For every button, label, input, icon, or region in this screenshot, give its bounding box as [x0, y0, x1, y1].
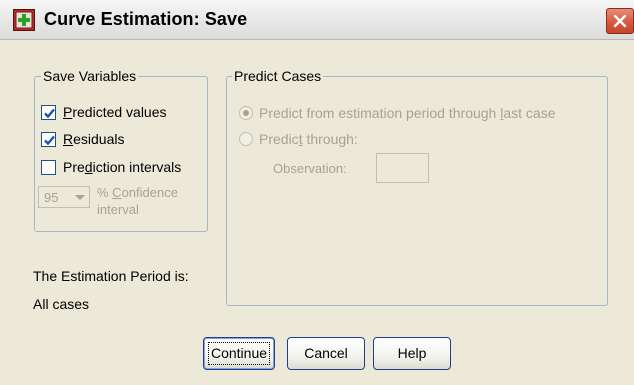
- continue-button[interactable]: Continue: [203, 337, 275, 370]
- confidence-interval-label: % Confidence interval: [97, 184, 178, 218]
- predict-cases-legend: Predict Cases: [232, 68, 324, 84]
- save-variables-legend: Save Variables: [41, 68, 139, 84]
- spss-dialog-icon: [13, 9, 35, 31]
- checkbox-box[interactable]: [41, 160, 56, 175]
- cancel-button[interactable]: Cancel: [287, 337, 365, 370]
- prediction-intervals-label: Prediction intervals: [63, 159, 182, 175]
- predict-through-last-case-label: Predict from estimation period through l…: [259, 105, 556, 121]
- close-icon: [613, 14, 627, 28]
- checkmark-icon: [44, 108, 55, 119]
- confidence-level-value: 95: [44, 190, 59, 205]
- radio-selected-dot: [243, 110, 249, 116]
- confidence-label-line2: interval: [97, 202, 139, 217]
- radio-button[interactable]: [239, 106, 253, 120]
- checkbox-box[interactable]: [41, 105, 56, 120]
- predicted-values-label-rest: redicted values: [72, 104, 167, 120]
- estimation-period-label: The Estimation Period is:: [33, 268, 189, 284]
- dialog-title: Curve Estimation: Save: [44, 9, 248, 29]
- title-bar[interactable]: Curve Estimation: Save: [0, 0, 634, 40]
- confidence-label-line1: % Confidence: [97, 185, 178, 200]
- predict-through-label: Predict through:: [259, 131, 358, 147]
- help-button[interactable]: Help: [373, 337, 451, 370]
- curve-estimation-save-dialog: Curve Estimation: Save Save Variables Pr…: [0, 0, 634, 385]
- checkbox-box[interactable]: [41, 132, 56, 147]
- radio-button[interactable]: [239, 132, 253, 146]
- close-button[interactable]: [606, 8, 634, 34]
- predicted-values-label: Predicted values: [63, 104, 167, 120]
- checkmark-icon: [44, 135, 55, 146]
- observation-input[interactable]: [376, 153, 429, 183]
- confidence-level-select[interactable]: 95: [38, 186, 90, 208]
- estimation-period-value: All cases: [33, 296, 90, 312]
- residuals-label: Residuals: [63, 131, 125, 147]
- continue-button-label: Continue: [208, 342, 270, 365]
- observation-label: Observation:: [273, 161, 347, 176]
- chevron-down-icon: [75, 195, 85, 200]
